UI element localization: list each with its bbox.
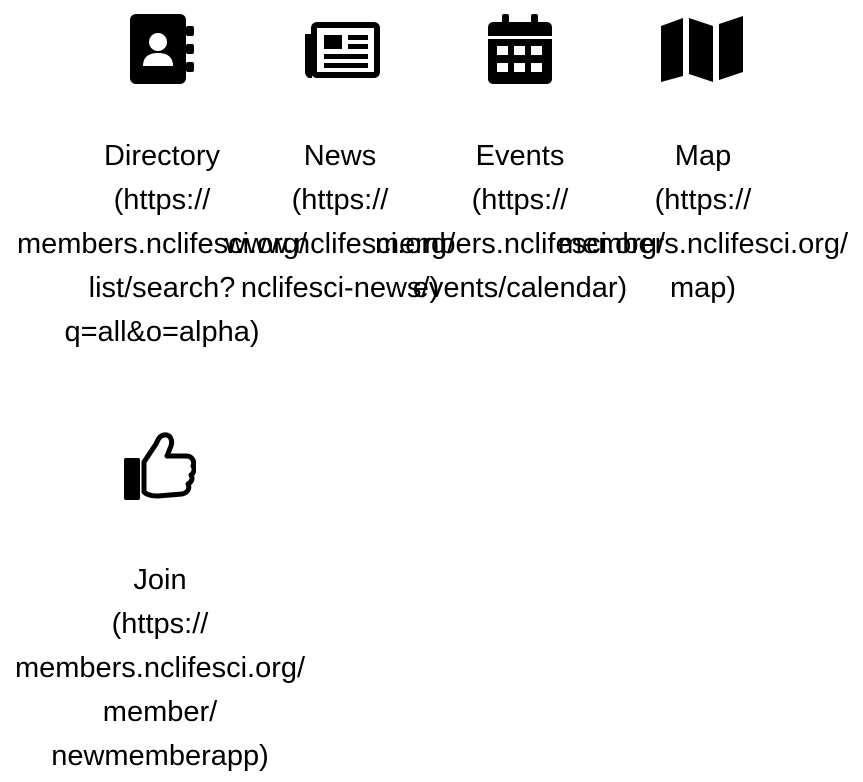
tile-map-url-1: (https:// — [654, 184, 752, 216]
tile-join-url-1: (https:// — [111, 608, 209, 640]
tile-map-url-2: members.nclifesci.org/ — [557, 228, 849, 260]
tile-join-url-4: newmemberapp) — [51, 740, 269, 772]
tile-map[interactable]: Map (https:// members.nclifesci.org/ map… — [543, 0, 863, 380]
tile-join[interactable]: Join (https:// members.nclifesci.org/ me… — [0, 420, 330, 782]
tile-map-url-3: map) — [669, 272, 737, 304]
tile-map-title: Map — [674, 140, 732, 172]
tile-join-title: Join — [133, 564, 187, 596]
map-icon — [661, 16, 743, 82]
newspaper-icon — [305, 22, 380, 78]
tile-map-label: Map (https:// members.nclifesci.org/ map… — [543, 134, 863, 310]
thumbs-up-icon — [124, 432, 196, 500]
address-book-icon — [130, 14, 194, 84]
tile-join-url-2: members.nclifesci.org/ — [14, 652, 306, 684]
tile-join-url-3: member/ — [102, 696, 218, 728]
tile-join-label: Join (https:// members.nclifesci.org/ me… — [0, 558, 320, 778]
